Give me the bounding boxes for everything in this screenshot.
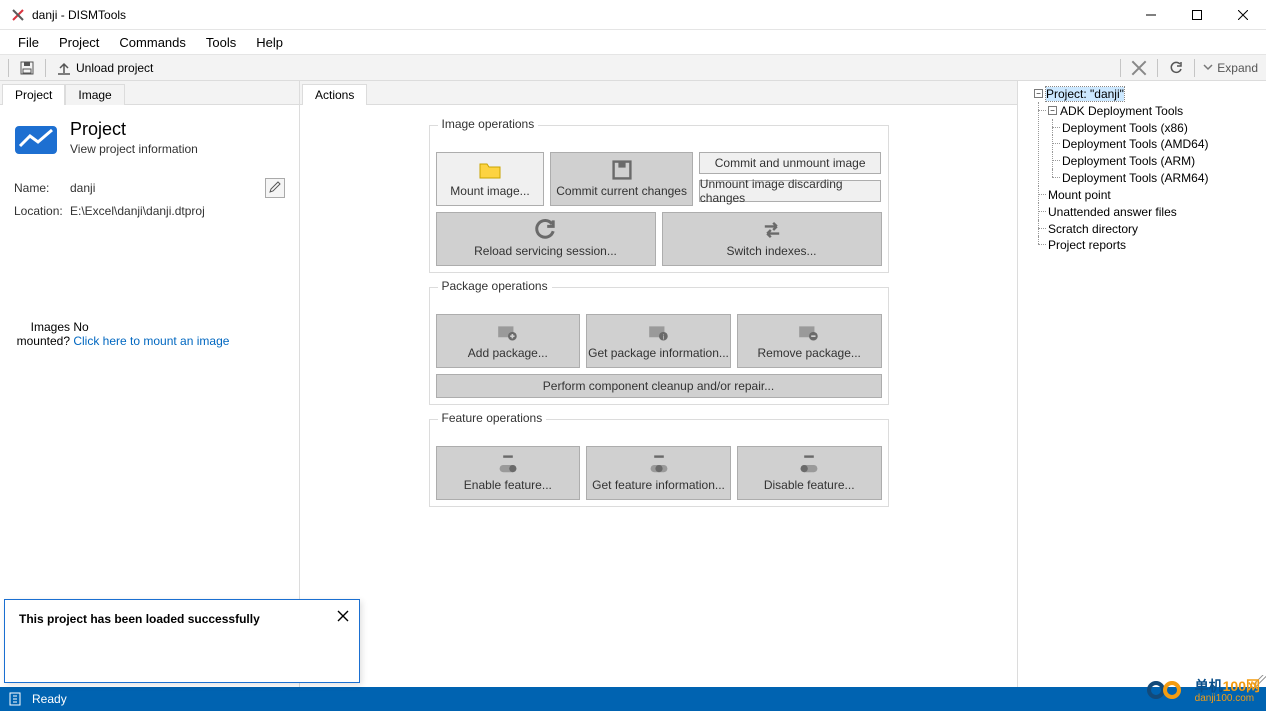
tree-scratch[interactable]: Scratch directory (1048, 221, 1138, 235)
legend-image-ops: Image operations (438, 117, 539, 131)
value-location: E:\Excel\danji\danji.dtproj (70, 204, 285, 218)
status-bar: Ready (0, 687, 1266, 711)
tree-adk-child[interactable]: Deployment Tools (ARM64) (1062, 171, 1209, 185)
maximize-button[interactable] (1174, 0, 1220, 30)
add-package-button[interactable]: Add package... (436, 314, 581, 368)
legend-package-ops: Package operations (438, 279, 552, 293)
toolbar-close-button[interactable] (1125, 57, 1153, 79)
get-package-info-button[interactable]: i Get package information... (586, 314, 731, 368)
package-add-icon (496, 322, 520, 342)
tab-image[interactable]: Image (65, 84, 124, 105)
reload-icon (534, 220, 558, 240)
get-feature-info-button[interactable]: Get feature information... (586, 446, 731, 500)
switch-icon (760, 220, 784, 240)
toast: This project has been loaded successfull… (4, 599, 360, 683)
tab-actions[interactable]: Actions (302, 84, 367, 105)
commit-unmount-button[interactable]: Commit and unmount image (699, 152, 882, 174)
feature-enable-icon (496, 454, 520, 474)
project-subtitle: View project information (70, 142, 198, 156)
tree-collapse-icon[interactable]: − (1048, 106, 1057, 115)
tree-mount-point[interactable]: Mount point (1048, 188, 1111, 202)
title-bar: danji - DISMTools (0, 0, 1266, 30)
toolbar: Unload project Expand (0, 55, 1266, 81)
status-text: Ready (32, 692, 67, 706)
window-title: danji - DISMTools (32, 8, 126, 22)
close-button[interactable] (1220, 0, 1266, 30)
expand-button[interactable]: Expand (1199, 61, 1262, 75)
tree-adk[interactable]: ADK Deployment Tools (1060, 104, 1183, 118)
status-icon (8, 691, 24, 707)
refresh-button[interactable] (1162, 57, 1190, 79)
refresh-icon (1168, 60, 1184, 76)
unload-icon (56, 60, 72, 76)
project-heading: Project (70, 119, 198, 140)
edit-name-button[interactable] (265, 178, 285, 198)
menu-bar: File Project Commands Tools Help (0, 30, 1266, 55)
folder-icon (478, 160, 502, 180)
reload-session-button[interactable]: Reload servicing session... (436, 212, 656, 266)
commit-current-changes-button[interactable]: Commit current changes (550, 152, 692, 206)
project-tree[interactable]: −Project: "danji" −ADK Deployment Tools … (1018, 81, 1266, 257)
tree-adk-child[interactable]: Deployment Tools (x86) (1062, 120, 1188, 134)
tree-adk-child[interactable]: Deployment Tools (AMD64) (1062, 137, 1209, 151)
center-tabs: Actions (300, 81, 1017, 105)
center-pane: Actions Image operations Mount image... (300, 81, 1018, 687)
feature-disable-icon (797, 454, 821, 474)
save-icon (610, 160, 634, 180)
value-name: danji (70, 181, 265, 195)
group-image-operations: Image operations Mount image... (429, 125, 889, 273)
menu-project[interactable]: Project (49, 32, 109, 53)
mount-image-button[interactable]: Mount image... (436, 152, 545, 206)
minimize-button[interactable] (1128, 0, 1174, 30)
group-feature-operations: Feature operations Enable feature... (429, 419, 889, 507)
project-icon (14, 120, 58, 156)
package-info-icon: i (647, 322, 671, 342)
value-images-mounted: No (73, 320, 88, 334)
component-cleanup-button[interactable]: Perform component cleanup and/or repair.… (436, 374, 882, 398)
label-images-mounted: Images mounted? (14, 320, 70, 348)
expand-label: Expand (1217, 61, 1258, 75)
toast-message: This project has been loaded successfull… (19, 612, 260, 626)
pencil-icon (269, 181, 281, 196)
save-icon (19, 60, 35, 76)
unload-project-button[interactable]: Unload project (50, 57, 159, 79)
unmount-discard-button[interactable]: Unmount image discarding changes (699, 180, 882, 202)
feature-info-icon (647, 454, 671, 474)
resize-grip-icon (1254, 675, 1266, 687)
left-tabs: Project Image (0, 81, 299, 105)
disable-feature-button[interactable]: Disable feature... (737, 446, 882, 500)
toast-close-button[interactable] (335, 608, 351, 624)
switch-indexes-button[interactable]: Switch indexes... (662, 212, 882, 266)
menu-help[interactable]: Help (246, 32, 293, 53)
save-button[interactable] (13, 57, 41, 79)
package-remove-icon (797, 322, 821, 342)
menu-tools[interactable]: Tools (196, 32, 246, 53)
close-icon (1131, 60, 1147, 76)
unload-project-label: Unload project (76, 61, 153, 75)
tree-reports[interactable]: Project reports (1048, 238, 1126, 252)
label-name: Name: (14, 181, 70, 195)
remove-package-button[interactable]: Remove package... (737, 314, 882, 368)
app-icon (10, 7, 26, 23)
legend-feature-ops: Feature operations (438, 411, 547, 425)
tree-unattended[interactable]: Unattended answer files (1048, 205, 1177, 219)
tree-root[interactable]: Project: "danji" (1046, 87, 1124, 101)
client-area: Project Image Project View project infor… (0, 81, 1266, 687)
tree-collapse-icon[interactable]: − (1034, 89, 1043, 98)
chevron-down-icon (1203, 61, 1213, 75)
tree-adk-child[interactable]: Deployment Tools (ARM) (1062, 154, 1195, 168)
svg-text:i: i (662, 333, 664, 342)
left-pane: Project Image Project View project infor… (0, 81, 300, 687)
enable-feature-button[interactable]: Enable feature... (436, 446, 581, 500)
menu-commands[interactable]: Commands (109, 32, 195, 53)
right-pane: −Project: "danji" −ADK Deployment Tools … (1018, 81, 1266, 687)
mount-image-link[interactable]: Click here to mount an image (73, 334, 229, 348)
menu-file[interactable]: File (8, 32, 49, 53)
label-location: Location: (14, 204, 70, 218)
tab-project[interactable]: Project (2, 84, 65, 105)
group-package-operations: Package operations Add package... i (429, 287, 889, 405)
